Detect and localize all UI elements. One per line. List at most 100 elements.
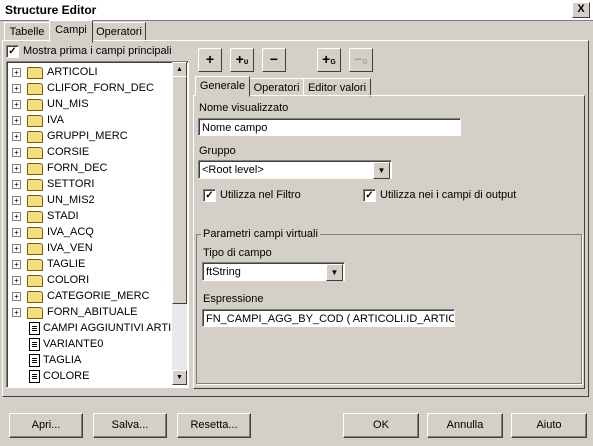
use-output-label: Utilizza nei i campi di output xyxy=(380,189,517,201)
expand-plus-icon[interactable]: + xyxy=(12,228,21,237)
tree-item-label: STADI xyxy=(47,210,79,222)
add-group-button[interactable]: +G xyxy=(317,48,341,72)
show-main-fields-checkbox[interactable]: ✓ xyxy=(6,45,19,58)
tree-field-item[interactable]: CAMPI AGGIUNTIVI ARTI xyxy=(9,320,175,336)
expand-plus-icon[interactable]: + xyxy=(12,308,21,317)
remove-group-button[interactable]: −G xyxy=(349,48,373,72)
expand-plus-icon[interactable]: + xyxy=(12,244,21,253)
tree-item-label: ARTICOLI xyxy=(47,66,98,78)
use-filter-checkbox[interactable]: ✓ xyxy=(203,189,216,202)
tab-operatori[interactable]: Operatori xyxy=(92,22,146,42)
folder-icon xyxy=(27,275,43,287)
expand-plus-icon[interactable]: + xyxy=(12,180,21,189)
scroll-up-icon[interactable]: ▲ xyxy=(172,62,187,77)
cancel-button[interactable]: Annulla xyxy=(427,413,503,438)
document-icon xyxy=(29,322,40,335)
expand-plus-icon[interactable]: + xyxy=(12,260,21,269)
document-icon xyxy=(29,370,40,383)
tree-folder-item[interactable]: + CORSIE xyxy=(9,144,175,160)
tree-folder-item[interactable]: + ARTICOLI xyxy=(9,64,175,80)
tree-item-label: IVA xyxy=(47,114,64,126)
remove-field-button[interactable]: − xyxy=(262,48,286,72)
folder-icon xyxy=(27,211,43,223)
use-output-checkbox[interactable]: ✓ xyxy=(363,189,376,202)
tree-item-label: CATEGORIE_MERC xyxy=(47,290,150,302)
tree-folder-item[interactable]: + SETTORI xyxy=(9,176,175,192)
tree-folder-item[interactable]: + FORN_DEC xyxy=(9,160,175,176)
expand-plus-icon[interactable]: + xyxy=(12,164,21,173)
tree-item-label: UN_MIS2 xyxy=(47,194,95,206)
tree-folder-item[interactable]: + IVA xyxy=(9,112,175,128)
folder-icon xyxy=(27,67,43,79)
expression-input[interactable]: FN_CAMPI_AGG_BY_COD ( ARTICOLI.ID_ARTICO… xyxy=(202,309,455,327)
help-button[interactable]: Aiuto xyxy=(511,413,587,438)
tree-folder-item[interactable]: + STADI xyxy=(9,208,175,224)
tree-scrollbar[interactable]: ▲ ▼ xyxy=(172,62,187,385)
expand-plus-icon[interactable]: + xyxy=(12,148,21,157)
field-tree[interactable]: + ARTICOLI + CLIFOR_FORN_DEC + UN_MIS + IVA + GRU… xyxy=(6,61,189,388)
document-icon xyxy=(29,338,40,351)
expand-plus-icon[interactable]: + xyxy=(12,196,21,205)
folder-icon xyxy=(27,99,43,111)
display-name-label: Nome visualizzato xyxy=(199,102,289,114)
folder-icon xyxy=(27,147,43,159)
chevron-down-icon[interactable]: ▼ xyxy=(373,162,390,179)
title-bar: Structure Editor X xyxy=(0,0,593,21)
add-field-button[interactable]: + xyxy=(198,48,222,72)
tree-folder-item[interactable]: + GRUPPI_MERC xyxy=(9,128,175,144)
field-type-value: ftString xyxy=(206,266,241,278)
tree-field-item[interactable]: TAGLIA xyxy=(9,352,175,368)
close-button[interactable]: X xyxy=(572,2,590,18)
group-select[interactable]: <Root level> ▼ xyxy=(198,160,392,179)
use-filter-label: Utilizza nel Filtro xyxy=(220,189,301,201)
folder-icon xyxy=(27,307,43,319)
tree-folder-item[interactable]: + FORN_ABITUALE xyxy=(9,304,175,320)
tree-item-label: CORSIE xyxy=(47,146,90,158)
tree-folder-item[interactable]: + COLORI xyxy=(9,272,175,288)
field-type-label: Tipo di campo xyxy=(203,247,272,259)
save-button[interactable]: Salva... xyxy=(93,413,167,438)
add-linked-field-button[interactable]: +υ xyxy=(230,48,254,72)
expression-label: Espressione xyxy=(203,293,264,305)
folder-icon xyxy=(27,195,43,207)
expand-plus-icon[interactable]: + xyxy=(12,116,21,125)
tree-field-item[interactable]: COLORE xyxy=(9,368,175,384)
tree-item-label: COLORI xyxy=(47,274,90,286)
document-icon xyxy=(29,354,40,367)
tree-folder-item[interactable]: + IVA_ACQ xyxy=(9,224,175,240)
folder-icon xyxy=(27,131,43,143)
group-select-value: <Root level> xyxy=(202,164,264,176)
tree-item-label: TAGLIA xyxy=(43,354,82,366)
expand-plus-icon[interactable]: + xyxy=(12,212,21,221)
tree-field-item[interactable]: VARIANTE0 xyxy=(9,336,175,352)
reset-button[interactable]: Resetta... xyxy=(177,413,251,438)
tab-campi[interactable]: Campi xyxy=(49,20,93,43)
expand-plus-icon[interactable]: + xyxy=(12,100,21,109)
open-button[interactable]: Apri... xyxy=(9,413,83,438)
expand-plus-icon[interactable]: + xyxy=(12,276,21,285)
tree-folder-item[interactable]: + CLIFOR_FORN_DEC xyxy=(9,80,175,96)
tree-folder-item[interactable]: + UN_MIS2 xyxy=(9,192,175,208)
tree-folder-item[interactable]: + IVA_VEN xyxy=(9,240,175,256)
window-title: Structure Editor xyxy=(5,3,97,17)
tree-item-label: IVA_VEN xyxy=(47,242,93,254)
scroll-down-icon[interactable]: ▼ xyxy=(172,370,187,385)
tree-folder-item[interactable]: + UN_MIS xyxy=(9,96,175,112)
tab-tabelle[interactable]: Tabelle xyxy=(4,22,50,42)
folder-icon xyxy=(27,83,43,95)
tree-folder-item[interactable]: + CATEGORIE_MERC xyxy=(9,288,175,304)
folder-icon xyxy=(27,179,43,191)
expand-plus-icon[interactable]: + xyxy=(12,68,21,77)
display-name-input[interactable]: Nome campo xyxy=(198,118,461,136)
scroll-thumb[interactable] xyxy=(172,76,187,304)
expand-plus-icon[interactable]: + xyxy=(12,132,21,141)
tree-item-label: GRUPPI_MERC xyxy=(47,130,128,142)
field-type-select[interactable]: ftString ▼ xyxy=(202,262,345,281)
expand-plus-icon[interactable]: + xyxy=(12,84,21,93)
tree-item-label: IVA_ACQ xyxy=(47,226,94,238)
chevron-down-icon[interactable]: ▼ xyxy=(326,264,343,281)
tab-generale[interactable]: Generale xyxy=(195,76,250,97)
expand-plus-icon[interactable]: + xyxy=(12,292,21,301)
tree-folder-item[interactable]: + TAGLIE xyxy=(9,256,175,272)
ok-button[interactable]: OK xyxy=(343,413,419,438)
